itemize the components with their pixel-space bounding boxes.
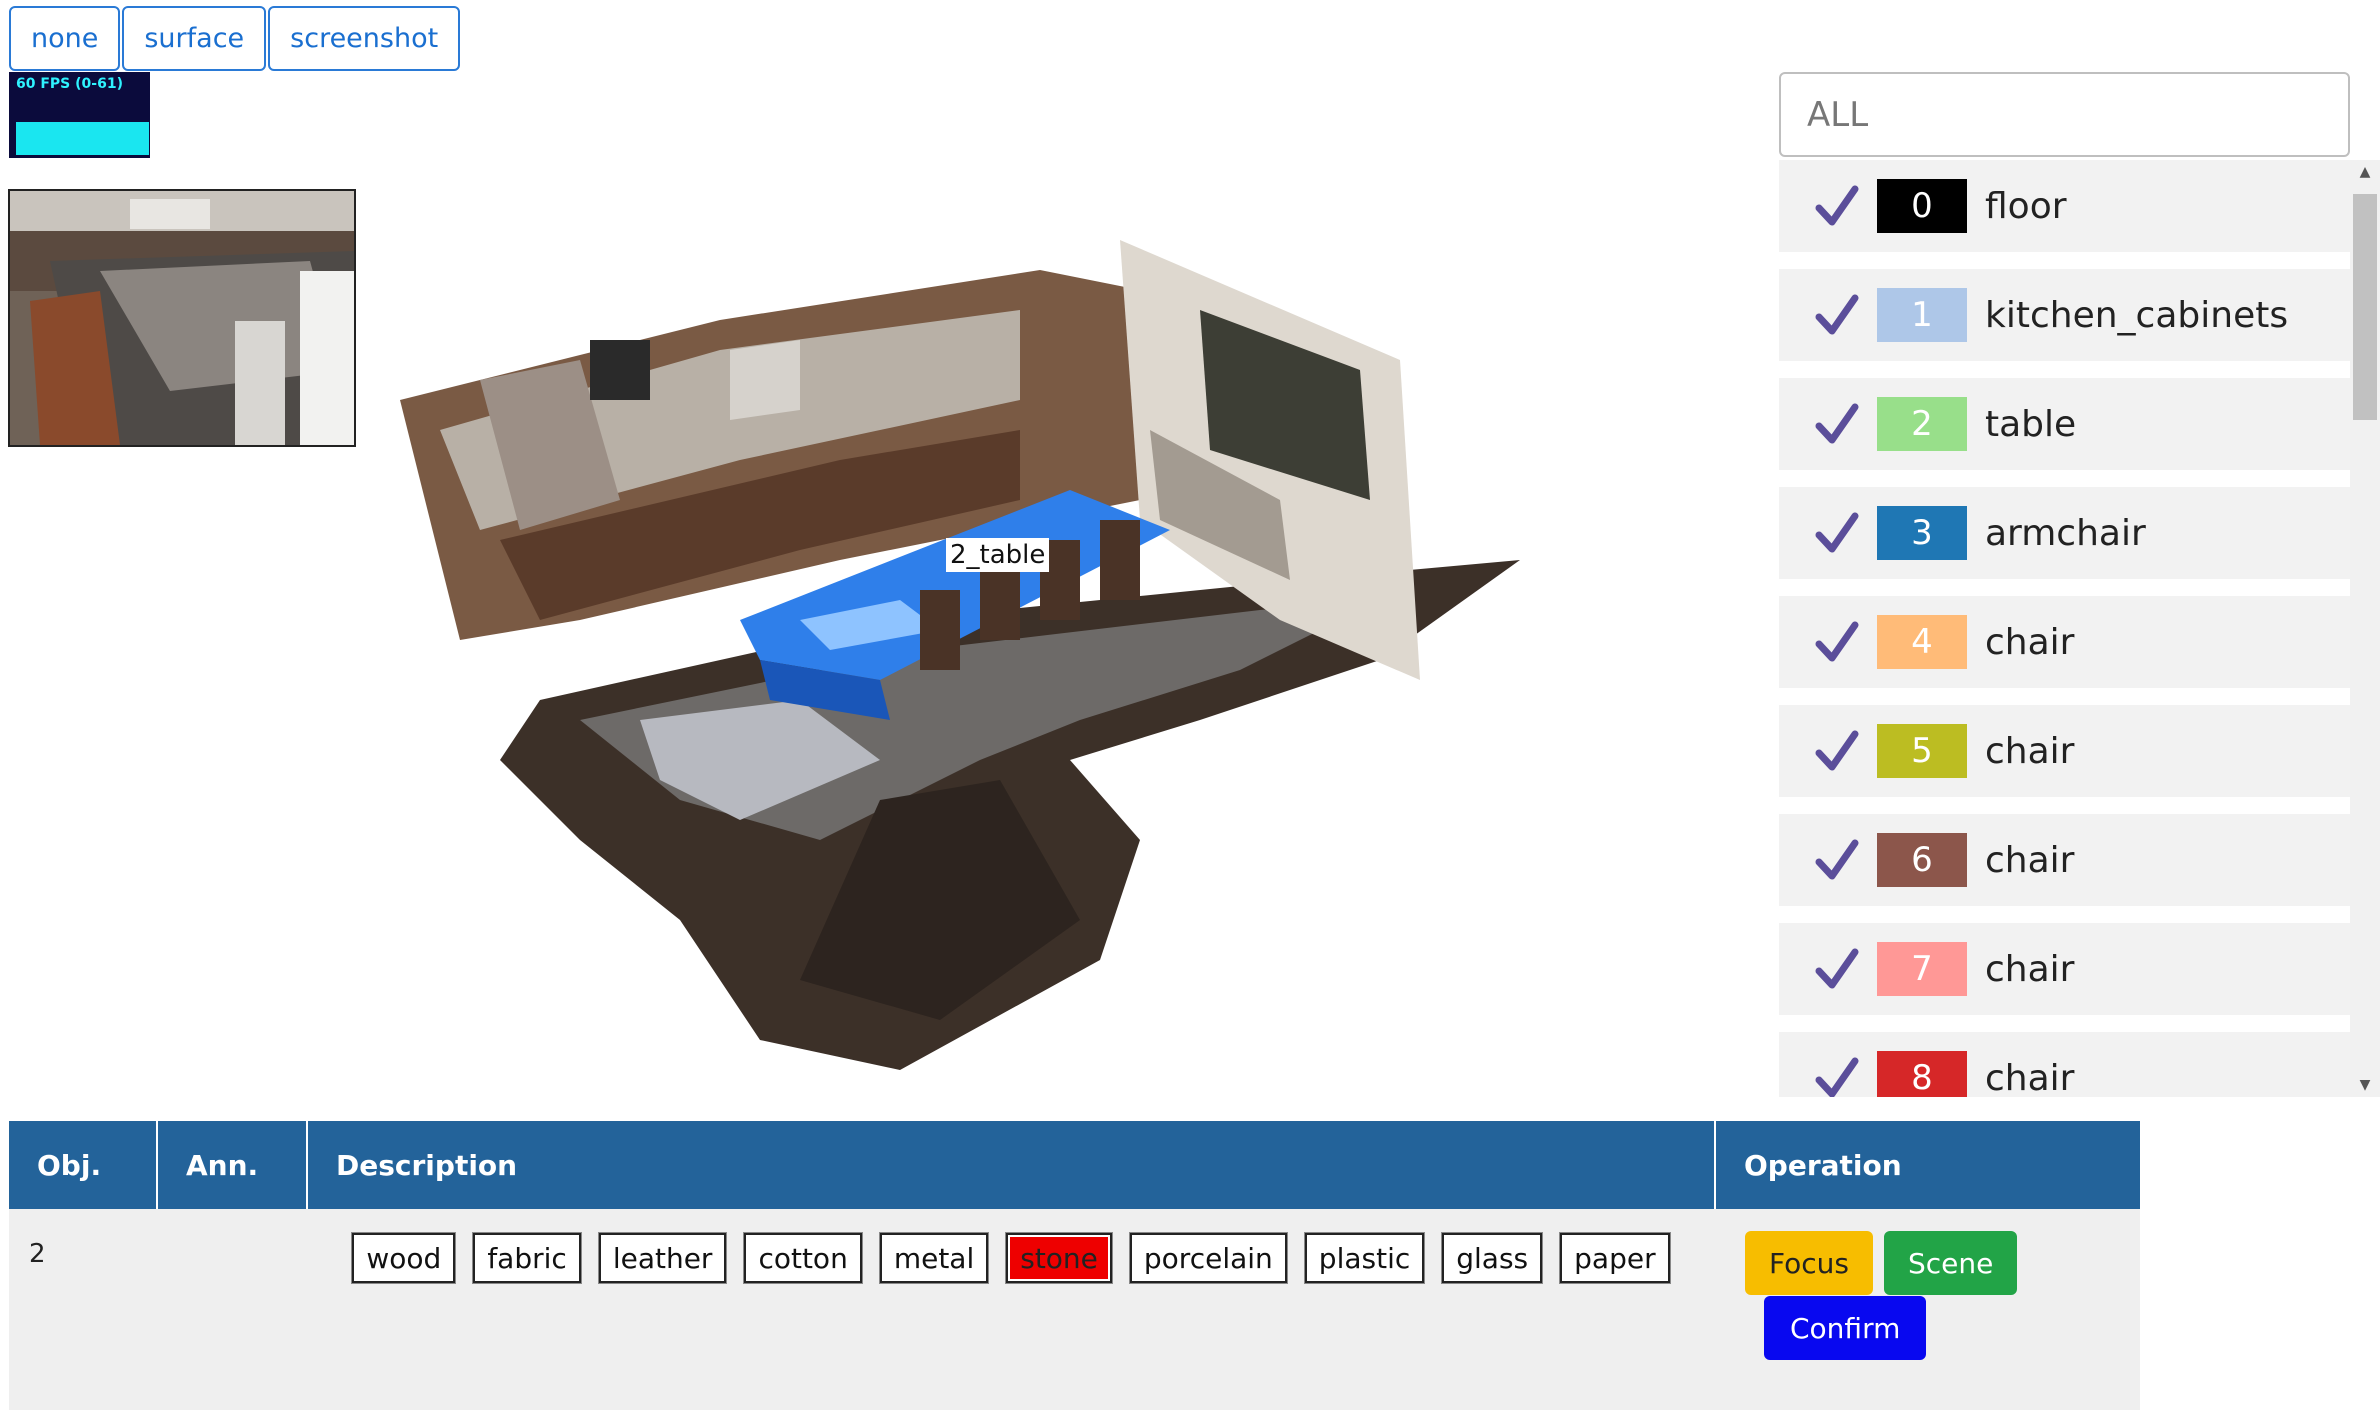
label-name: chair	[1985, 839, 2075, 881]
scroll-down-arrow-icon[interactable]: ▼	[2350, 1073, 2380, 1097]
material-plastic-button[interactable]: plastic	[1304, 1233, 1425, 1283]
label-color-swatch: 3	[1877, 506, 1967, 560]
object-label: 2_table	[946, 538, 1050, 572]
check-icon[interactable]	[1815, 402, 1859, 446]
material-glass-button[interactable]: glass	[1442, 1233, 1543, 1283]
check-icon[interactable]	[1815, 293, 1859, 337]
label-item[interactable]: 1 kitchen_cabinets	[1779, 269, 2350, 361]
scrollbar-thumb[interactable]	[2353, 194, 2377, 420]
focus-button[interactable]: Focus	[1745, 1231, 1873, 1295]
label-name: floor	[1985, 185, 2067, 227]
none-button[interactable]: none	[9, 6, 121, 71]
header-operation: Operation	[1715, 1121, 2140, 1209]
label-name: chair	[1985, 621, 2075, 663]
label-color-swatch: 8	[1877, 1051, 1967, 1097]
camera-thumbnail	[8, 189, 356, 447]
label-color-swatch: 7	[1877, 942, 1967, 996]
material-tags: wood fabric leather cotton metal stone p…	[307, 1209, 1715, 1283]
label-item[interactable]: 3 armchair	[1779, 487, 2350, 579]
annotation-table: Obj. Ann. Description Operation 2 wood f…	[9, 1121, 2140, 1410]
label-color-swatch: 1	[1877, 288, 1967, 342]
material-wood-button[interactable]: wood	[352, 1233, 456, 1283]
label-color-swatch: 5	[1877, 724, 1967, 778]
label-item[interactable]: 6 chair	[1779, 814, 2350, 906]
label-item[interactable]: 2 table	[1779, 378, 2350, 470]
scroll-up-arrow-icon[interactable]: ▲	[2350, 160, 2380, 184]
label-item[interactable]: 7 chair	[1779, 923, 2350, 1015]
header-description: Description	[307, 1121, 1716, 1209]
label-list-scrollbar[interactable]: ▲ ▼	[2350, 160, 2380, 1097]
fps-text: 60 FPS (0-61)	[16, 76, 123, 92]
material-leather-button[interactable]: leather	[598, 1233, 727, 1283]
check-icon[interactable]	[1815, 1056, 1859, 1097]
label-list: 0 floor 1 kitchen_cabinets 2 table 3 arm…	[1779, 160, 2350, 1097]
material-stone-button[interactable]: stone	[1006, 1233, 1112, 1283]
label-name: table	[1985, 403, 2077, 445]
label-name: armchair	[1985, 512, 2146, 554]
check-icon[interactable]	[1815, 184, 1859, 228]
header-obj: Obj.	[9, 1121, 158, 1209]
table-row: 2 wood fabric leather cotton metal stone…	[9, 1209, 2140, 1410]
fps-graph	[16, 122, 149, 155]
material-cotton-button[interactable]: cotton	[744, 1233, 862, 1283]
description-cell: wood fabric leather cotton metal stone p…	[307, 1209, 1715, 1410]
label-color-swatch: 2	[1877, 397, 1967, 451]
object-id-cell: 2	[9, 1209, 157, 1410]
material-metal-button[interactable]: metal	[879, 1233, 989, 1283]
label-color-swatch: 6	[1877, 833, 1967, 887]
label-name: kitchen_cabinets	[1985, 294, 2289, 336]
label-color-swatch: 0	[1877, 179, 1967, 233]
material-fabric-button[interactable]: fabric	[473, 1233, 581, 1283]
label-color-swatch: 4	[1877, 615, 1967, 669]
check-icon[interactable]	[1815, 511, 1859, 555]
label-item[interactable]: 8 chair	[1779, 1032, 2350, 1097]
check-icon[interactable]	[1815, 620, 1859, 664]
check-icon[interactable]	[1815, 729, 1859, 773]
material-paper-button[interactable]: paper	[1560, 1233, 1670, 1283]
check-icon[interactable]	[1815, 838, 1859, 882]
render-mode-toolbar: none surface screenshot	[9, 6, 462, 71]
confirm-button[interactable]: Confirm	[1764, 1296, 1927, 1360]
label-item[interactable]: 0 floor	[1779, 160, 2350, 252]
scene-button[interactable]: Scene	[1884, 1231, 2018, 1295]
label-item[interactable]: 4 chair	[1779, 596, 2350, 688]
label-search-input[interactable]	[1779, 72, 2350, 157]
label-item[interactable]: 5 chair	[1779, 705, 2350, 797]
material-porcelain-button[interactable]: porcelain	[1129, 1233, 1287, 1283]
annotation-cell	[157, 1209, 307, 1410]
fps-meter: 60 FPS (0-61)	[9, 72, 150, 158]
header-ann: Ann.	[157, 1121, 308, 1209]
surface-button[interactable]: surface	[122, 6, 267, 71]
check-icon[interactable]	[1815, 947, 1859, 991]
label-name: chair	[1985, 1057, 2075, 1098]
label-name: chair	[1985, 948, 2075, 990]
3d-scene-viewport[interactable]	[380, 200, 1540, 1100]
operation-cell: Focus Scene Confirm	[1715, 1209, 2140, 1410]
screenshot-button[interactable]: screenshot	[268, 6, 461, 71]
label-name: chair	[1985, 730, 2075, 772]
